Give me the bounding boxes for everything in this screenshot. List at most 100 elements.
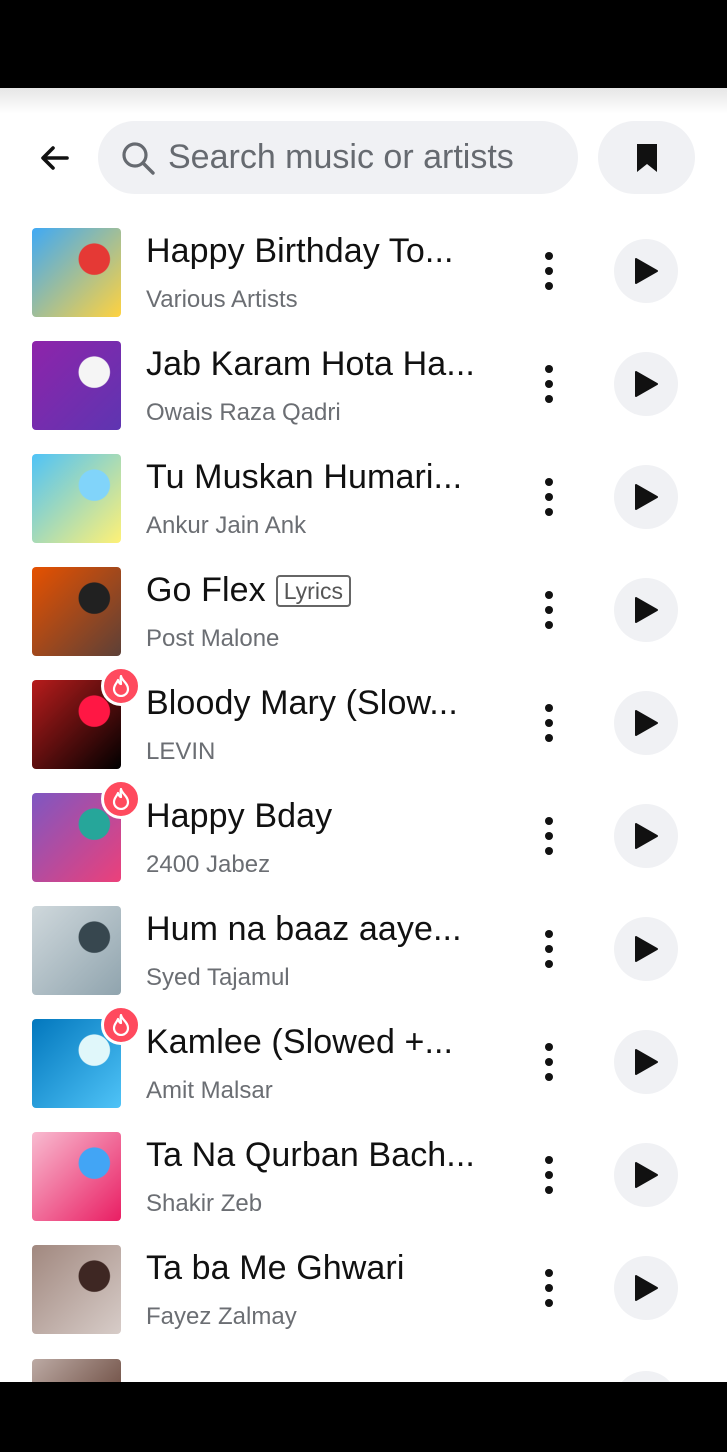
search-icon [122,141,155,175]
more-vertical-icon [545,719,553,727]
play-button[interactable] [614,578,678,642]
header-shadow [0,88,727,114]
more-options-button[interactable] [530,1041,568,1083]
play-button[interactable] [614,917,678,981]
more-options-button[interactable] [530,1154,568,1196]
song-row[interactable]: Ta Na Qurban Bach... Shakir Zeb [0,1118,727,1231]
more-vertical-icon [545,1299,553,1307]
song-row[interactable]: Happy Birthday To... Various Artists [0,214,727,327]
more-vertical-icon [545,1186,553,1194]
play-button[interactable] [614,352,678,416]
album-art[interactable] [32,906,121,995]
search-input[interactable] [168,138,548,177]
hot-badge [101,666,141,706]
more-vertical-icon [545,1156,553,1164]
album-art[interactable] [32,454,121,543]
album-art-image [32,228,121,317]
play-icon [635,1049,658,1075]
album-art[interactable] [32,567,121,656]
play-icon [635,258,658,284]
play-icon [635,936,658,962]
song-row[interactable]: Happy Bday 2400 Jabez [0,779,727,892]
flame-icon [112,788,130,810]
song-title: Happy Bday [146,797,333,835]
song-artist: Shakir Zeb [146,1190,263,1217]
more-vertical-icon [545,621,553,629]
song-title: Go Flex [146,571,266,609]
song-artist: Syed Tajamul [146,964,290,991]
bookmark-icon [636,143,657,172]
song-title-line: Ta ba Me Ghwari [146,1249,405,1288]
flame-icon [112,1014,130,1036]
more-options-button[interactable] [530,363,568,405]
more-vertical-icon [545,380,553,388]
play-button[interactable] [614,465,678,529]
navigation-bar [0,1382,727,1452]
more-vertical-icon [545,1269,553,1277]
song-title-line: Bloody Mary (Slow... [146,684,458,723]
more-vertical-icon [545,591,553,599]
album-art[interactable] [32,1245,121,1334]
hot-badge [101,779,141,819]
album-art-image [32,906,121,995]
more-options-button[interactable] [530,702,568,744]
more-options-button[interactable] [530,250,568,292]
song-title-line: Happy Birthday To... [146,232,454,271]
song-title: Kamlee (Slowed +... [146,1023,454,1061]
back-button[interactable] [30,135,80,181]
bookmark-button[interactable] [598,121,695,194]
search-bar[interactable] [98,121,578,194]
flame-icon [112,675,130,697]
play-button[interactable] [614,1030,678,1094]
play-button[interactable] [614,804,678,868]
play-button[interactable] [614,691,678,755]
song-row[interactable]: Ta ba Me Ghwari Fayez Zalmay [0,1231,727,1344]
more-vertical-icon [545,493,553,501]
play-button[interactable] [614,239,678,303]
more-vertical-icon [545,252,553,260]
play-button[interactable] [614,1256,678,1320]
more-vertical-icon [545,606,553,614]
song-title: Ta ba Me Ghwari [146,1249,405,1287]
song-row[interactable]: Go Flex Lyrics Post Malone [0,553,727,666]
more-options-button[interactable] [530,589,568,631]
song-row[interactable]: Hum na baaz aaye... Syed Tajamul [0,892,727,1005]
song-title-line: Hum na baaz aaye... [146,910,462,949]
play-icon [635,823,658,849]
more-vertical-icon [545,817,553,825]
album-art-image [32,454,121,543]
song-artist: Various Artists [146,286,298,313]
more-vertical-icon [545,267,553,275]
album-art-image [32,567,121,656]
album-art[interactable] [32,341,121,430]
more-vertical-icon [545,960,553,968]
more-options-button[interactable] [530,928,568,970]
song-row[interactable]: Jab Karam Hota Ha... Owais Raza Qadri [0,327,727,440]
song-title: Bloody Mary (Slow... [146,684,458,722]
song-list: Happy Birthday To... Various Artists Jab… [0,214,727,1344]
song-title-line: Kamlee (Slowed +... [146,1023,453,1062]
song-row[interactable]: Kamlee (Slowed +... Amit Malsar [0,1005,727,1118]
play-button[interactable] [614,1143,678,1207]
song-artist: LEVIN [146,738,216,765]
song-row[interactable]: Tu Muskan Humari... Ankur Jain Ank [0,440,727,553]
more-options-button[interactable] [530,476,568,518]
album-art-image [32,341,121,430]
more-options-button[interactable] [530,815,568,857]
arrow-left-icon [41,146,69,170]
status-bar [0,0,727,88]
play-icon [635,1275,658,1301]
album-art-image [32,1132,121,1221]
play-icon [635,710,658,736]
more-vertical-icon [545,930,553,938]
play-icon [635,1162,658,1188]
play-icon [635,597,658,623]
album-art[interactable] [32,1132,121,1221]
album-art[interactable] [32,228,121,317]
more-vertical-icon [545,365,553,373]
song-title: Happy Birthday To... [146,232,454,270]
more-options-button[interactable] [530,1267,568,1309]
song-row[interactable]: Bloody Mary (Slow... LEVIN [0,666,727,779]
more-vertical-icon [545,478,553,486]
more-vertical-icon [545,945,553,953]
